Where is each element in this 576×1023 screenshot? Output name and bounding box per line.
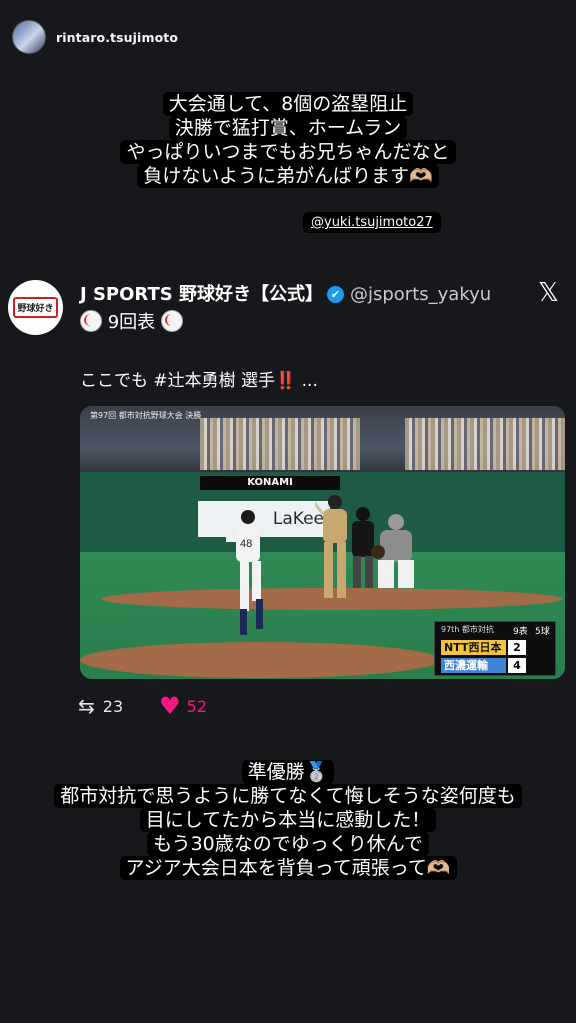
baseball-icon — [80, 310, 102, 332]
post-body-prefix: ここでも — [80, 371, 154, 391]
caption-top: 大会通して、8個の盗塁阻止 決勝で猛打賞、ホームラン やっぱりいつまでもお兄ちゃ… — [0, 92, 576, 188]
heart-icon[interactable]: ♥ — [159, 692, 181, 720]
scoreboard-header: 97th 都市対抗 — [441, 625, 494, 634]
caption-line: 決勝で猛打賞、ホームラン — [168, 116, 408, 140]
post-actions: ⇆ 23 ♥ 52 — [78, 692, 207, 720]
caption-line: 都市対抗で思うように勝てなくて悔しそうな姿何度も — [54, 784, 522, 808]
catcher-figure — [371, 514, 414, 588]
board-title: 第97回 都市対抗野球大会 決勝 — [90, 411, 202, 420]
mound-dirt — [80, 642, 440, 678]
caption-line: やっぱりいつまでもお兄ちゃんだなと — [120, 140, 456, 164]
svg-text:48: 48 — [240, 538, 252, 550]
scoreboard-count: 5球 — [535, 627, 550, 637]
hashtag-link[interactable]: #辻本勇樹 — [153, 371, 235, 391]
username[interactable]: rintaro.tsujimoto — [56, 30, 178, 45]
crowd — [405, 418, 565, 470]
pitcher-figure: 48 — [226, 510, 263, 635]
baseball-icon — [160, 310, 183, 332]
crowd — [200, 418, 360, 470]
post-avatar-logo: 野球好き — [13, 297, 58, 318]
post-handle: @jsports_yakyu — [349, 284, 492, 305]
team-name: NTT西日本 — [441, 640, 506, 655]
mention-sticker[interactable]: @yuki.tsujimoto27 — [303, 212, 441, 233]
post-avatar[interactable]: 野球好き — [8, 280, 63, 335]
retweet-count: 23 — [102, 696, 124, 716]
post-ellipsis: ... — [296, 371, 318, 391]
caption-line: アジア大会日本を背負って頑張って🫶🏼 — [119, 856, 457, 880]
post-author[interactable]: J SPORTS 野球好き【公式】 ✔ @jsports_yakyu — [80, 280, 491, 306]
user-avatar[interactable] — [12, 20, 46, 54]
post-author-name: J SPORTS 野球好き【公式】 — [80, 284, 323, 305]
team-score: 4 — [508, 658, 526, 673]
score-row-2: 西濃運輸 4 — [441, 658, 545, 673]
caption-bottom: 準優勝🥈 都市対抗で思うように勝てなくて悔しそうな姿何度も 目にしてたから本当に… — [0, 760, 576, 880]
score-row-1: NTT西日本 2 — [441, 640, 545, 655]
post-video[interactable]: 第97回 都市対抗野球大会 決勝 KONAMI LaKee 48 97th 都市… — [80, 406, 565, 679]
inning-text: 9回表 — [107, 312, 156, 333]
story-header: rintaro.tsujimoto — [12, 20, 178, 54]
post-body: ここでも #辻本勇樹 選手‼️ ... — [80, 366, 318, 391]
verified-badge-icon: ✔ — [326, 286, 344, 303]
like-count: 52 — [186, 696, 207, 716]
scoreboard: 97th 都市対抗 9表 5球 NTT西日本 2 西濃運輸 4 — [434, 621, 556, 676]
post-inning-line: 9回表 — [80, 308, 183, 334]
exclaim-icon: ‼️ — [275, 371, 297, 391]
caption-line: もう30歳なのでゆっくり休んで — [147, 832, 429, 856]
caption-line: 負けないように弟がんばります🫶🏼 — [137, 164, 439, 188]
x-logo-icon: 𝕏 — [538, 278, 559, 308]
caption-line: 目にしてたから本当に感動した！ — [139, 808, 437, 832]
retweet-icon[interactable]: ⇆ — [78, 694, 95, 718]
team-score: 2 — [508, 640, 526, 655]
shared-post[interactable]: 野球好き J SPORTS 野球好き【公式】 ✔ @jsports_yakyu 𝕏 … — [0, 270, 576, 730]
batter-figure — [315, 495, 347, 598]
scoreboard-inning: 9表 — [513, 627, 528, 637]
post-body-suffix: 選手 — [235, 371, 276, 391]
konami-banner: KONAMI — [200, 476, 340, 490]
caption-line: 準優勝🥈 — [241, 760, 335, 784]
caption-line: 大会通して、8個の盗塁阻止 — [162, 92, 414, 116]
team-name: 西濃運輸 — [441, 658, 506, 673]
